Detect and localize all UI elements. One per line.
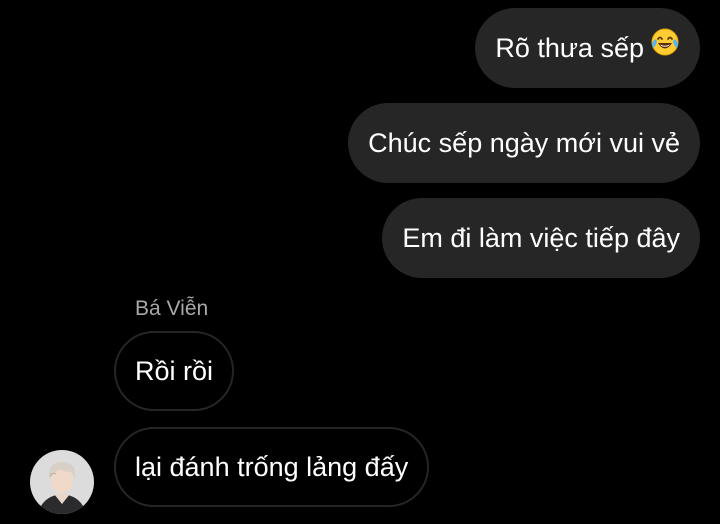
- message-text: Rồi rồi: [135, 356, 214, 386]
- avatar-photo-icon: [30, 450, 94, 514]
- outgoing-message-bubble[interactable]: Rõ thưa sếp: [475, 8, 700, 88]
- message-text: Chúc sếp ngày mới vui vẻ: [368, 128, 680, 158]
- face-with-tears-of-joy-icon: [650, 8, 680, 88]
- sender-name: Bá Viễn: [135, 297, 209, 320]
- incoming-message-bubble[interactable]: Rồi rồi: [114, 331, 235, 411]
- message-text: lại đánh trống lảng đấy: [135, 452, 409, 482]
- incoming-message-bubble[interactable]: lại đánh trống lảng đấy: [114, 427, 430, 507]
- avatar[interactable]: [30, 450, 94, 514]
- message-text: Rõ thưa sếp: [495, 33, 644, 63]
- message-text: Em đi làm việc tiếp đây: [402, 223, 680, 253]
- outgoing-message-bubble[interactable]: Chúc sếp ngày mới vui vẻ: [348, 103, 700, 183]
- outgoing-message-bubble[interactable]: Em đi làm việc tiếp đây: [382, 198, 700, 278]
